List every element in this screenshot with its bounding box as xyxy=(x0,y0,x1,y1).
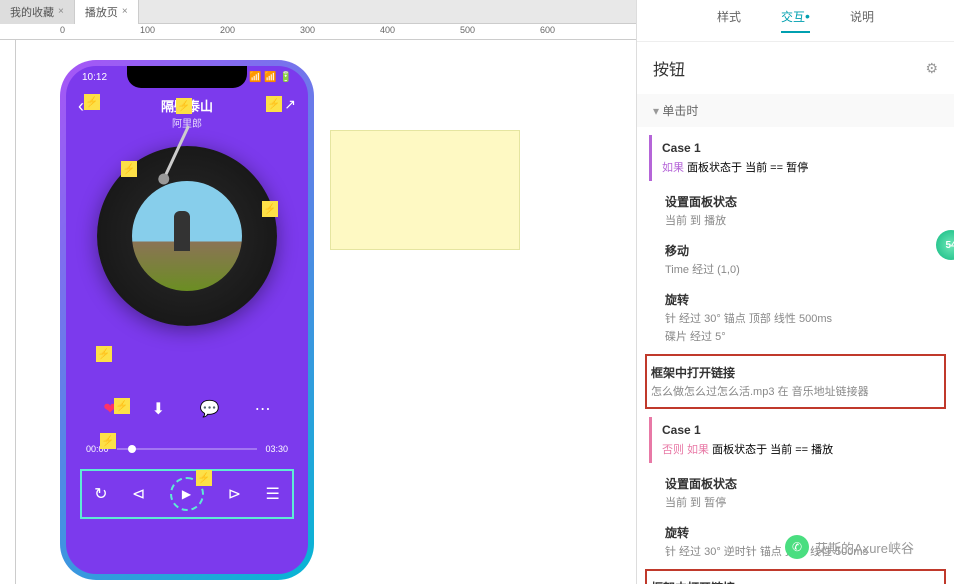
case-2[interactable]: Case 1 否则 如果 面板状态于 当前 == 播放 xyxy=(649,417,942,463)
player-controls: ↻ ⊲ ⊳ ☰ xyxy=(80,469,294,519)
interaction-badge-icon: ⚡ xyxy=(266,96,282,112)
interaction-badge-icon: ⚡ xyxy=(196,470,212,486)
action-set-panel[interactable]: 设置面板状态 当前 到 暂停 xyxy=(665,471,942,514)
wechat-icon: ✆ xyxy=(785,535,809,559)
interaction-badge-icon: ⚡ xyxy=(84,94,100,110)
more-icon[interactable]: ⋯ xyxy=(255,399,271,419)
tab-style[interactable]: 样式 xyxy=(717,8,741,33)
progress-bar[interactable]: 00:00 03:30 xyxy=(86,444,288,454)
interaction-badge-icon: ⚡ xyxy=(100,433,116,449)
highlighted-action: 框架中打开链接 怎么做怎么过怎么活.mp3 在 音乐地址链接器 xyxy=(645,354,946,409)
sticky-note[interactable] xyxy=(330,130,520,250)
interaction-badge-icon: ⚡ xyxy=(262,201,278,217)
close-icon[interactable]: × xyxy=(58,6,64,17)
phone-screen: 10:12 📶 📶 🔋 ‹ 隔壁泰山 阿里郎 ↗ ❤ ⬇ 💬 ⋯ xyxy=(66,66,308,574)
case-1[interactable]: Case 1 如果 面板状态于 当前 == 暂停 xyxy=(649,135,942,181)
interaction-badge-icon: ⚡ xyxy=(121,161,137,177)
close-icon[interactable]: × xyxy=(122,6,128,17)
tab-notes[interactable]: 说明 xyxy=(850,8,874,33)
ruler-vertical xyxy=(0,40,16,584)
tab-playpage[interactable]: 播放页× xyxy=(75,0,139,24)
action-rotate[interactable]: 旋转 针 经过 30° 锚点 顶部 线性 500ms 碟片 经过 5° xyxy=(665,287,942,348)
signal-icons: 📶 📶 🔋 xyxy=(249,72,292,83)
notch xyxy=(127,66,247,88)
inspector-panel: 样式 交互• 说明 按钮 ⚙ 单击时 Case 1 如果 面板状态于 当前 ==… xyxy=(636,0,954,584)
widget-name: 按钮 ⚙ xyxy=(637,42,954,94)
action-row: ❤ ⬇ 💬 ⋯ xyxy=(66,399,308,419)
event-onclick[interactable]: 单击时 xyxy=(637,94,954,127)
loop-icon[interactable]: ↻ xyxy=(94,484,107,504)
progress-thumb[interactable] xyxy=(128,445,136,453)
canvas[interactable]: 10:12 📶 📶 🔋 ‹ 隔壁泰山 阿里郎 ↗ ❤ ⬇ 💬 ⋯ xyxy=(0,40,636,584)
clock: 10:12 xyxy=(82,72,107,83)
interaction-badge-icon: ⚡ xyxy=(114,398,130,414)
album-art xyxy=(132,181,242,291)
comment-icon[interactable]: 💬 xyxy=(200,399,220,419)
watermark: ✆ 艾斯的Axure峡谷 xyxy=(785,535,914,559)
action-open-link[interactable]: 框架中打开链接 怎么做怎么过怎么活.mp3 在 音乐地址链接器 xyxy=(651,360,940,403)
action-open-link[interactable]: 框架中打开链接 链接 在 音乐地址链接器 xyxy=(651,575,940,584)
tab-favorites[interactable]: 我的收藏× xyxy=(0,0,75,24)
share-icon[interactable]: ↗ xyxy=(284,96,296,113)
interaction-badge-icon: ⚡ xyxy=(176,98,192,114)
settings-icon[interactable]: ⚙ xyxy=(925,60,938,77)
action-set-panel[interactable]: 设置面板状态 当前 到 播放 xyxy=(665,189,942,232)
prev-icon[interactable]: ⊲ xyxy=(132,484,145,504)
playlist-icon[interactable]: ☰ xyxy=(265,484,279,504)
time-end: 03:30 xyxy=(265,444,288,454)
action-move[interactable]: 移动 Time 经过 (1,0) xyxy=(665,238,942,281)
phone-frame[interactable]: 10:12 📶 📶 🔋 ‹ 隔壁泰山 阿里郎 ↗ ❤ ⬇ 💬 ⋯ xyxy=(60,60,314,580)
next-icon[interactable]: ⊳ xyxy=(228,484,241,504)
download-icon[interactable]: ⬇ xyxy=(152,399,165,419)
progress-track[interactable] xyxy=(117,448,258,450)
tab-interaction[interactable]: 交互• xyxy=(781,8,810,33)
panel-tabs: 样式 交互• 说明 xyxy=(637,0,954,42)
highlighted-action: 框架中打开链接 链接 在 音乐地址链接器 xyxy=(645,569,946,584)
interaction-badge-icon: ⚡ xyxy=(96,346,112,362)
